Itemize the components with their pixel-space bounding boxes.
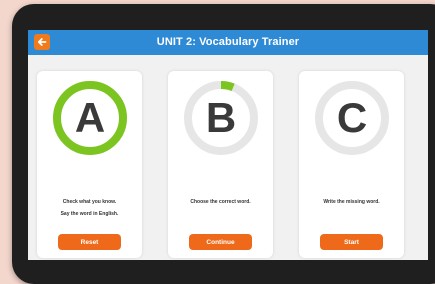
exercise-card-c: C Write the missing word. Start: [299, 71, 404, 258]
title-bar: UNIT 2: Vocabulary Trainer: [28, 30, 428, 55]
card-description-c: Write the missing word.: [305, 199, 398, 211]
card-a-text-1: Check what you know.: [62, 199, 117, 205]
card-description-a: Check what you know. Say the word in Eng…: [43, 199, 136, 222]
card-c-text-1: Write the missing word.: [323, 199, 380, 205]
page-title: UNIT 2: Vocabulary Trainer: [156, 36, 300, 48]
card-a-text-2: Say the word in English.: [60, 210, 119, 217]
card-b-text-1: Choose the correct word.: [190, 199, 251, 205]
card-letter-a: A: [74, 94, 106, 141]
continue-button[interactable]: Continue: [189, 234, 252, 250]
start-button[interactable]: Start: [320, 234, 383, 250]
exercise-card-b: B Choose the correct word. Continue: [168, 71, 273, 258]
exercise-card-a: A Check what you know. Say the word in E…: [37, 71, 142, 258]
progress-ring-b[interactable]: B: [182, 79, 260, 157]
card-description-b: Choose the correct word.: [174, 199, 267, 211]
card-letter-b: B: [205, 94, 237, 141]
progress-ring-a[interactable]: A: [51, 79, 129, 157]
app-screen: UNIT 2: Vocabulary Trainer A Check what …: [28, 30, 428, 260]
reset-button[interactable]: Reset: [58, 234, 121, 250]
card-letter-c: C: [336, 94, 368, 141]
progress-ring-c[interactable]: C: [313, 79, 391, 157]
